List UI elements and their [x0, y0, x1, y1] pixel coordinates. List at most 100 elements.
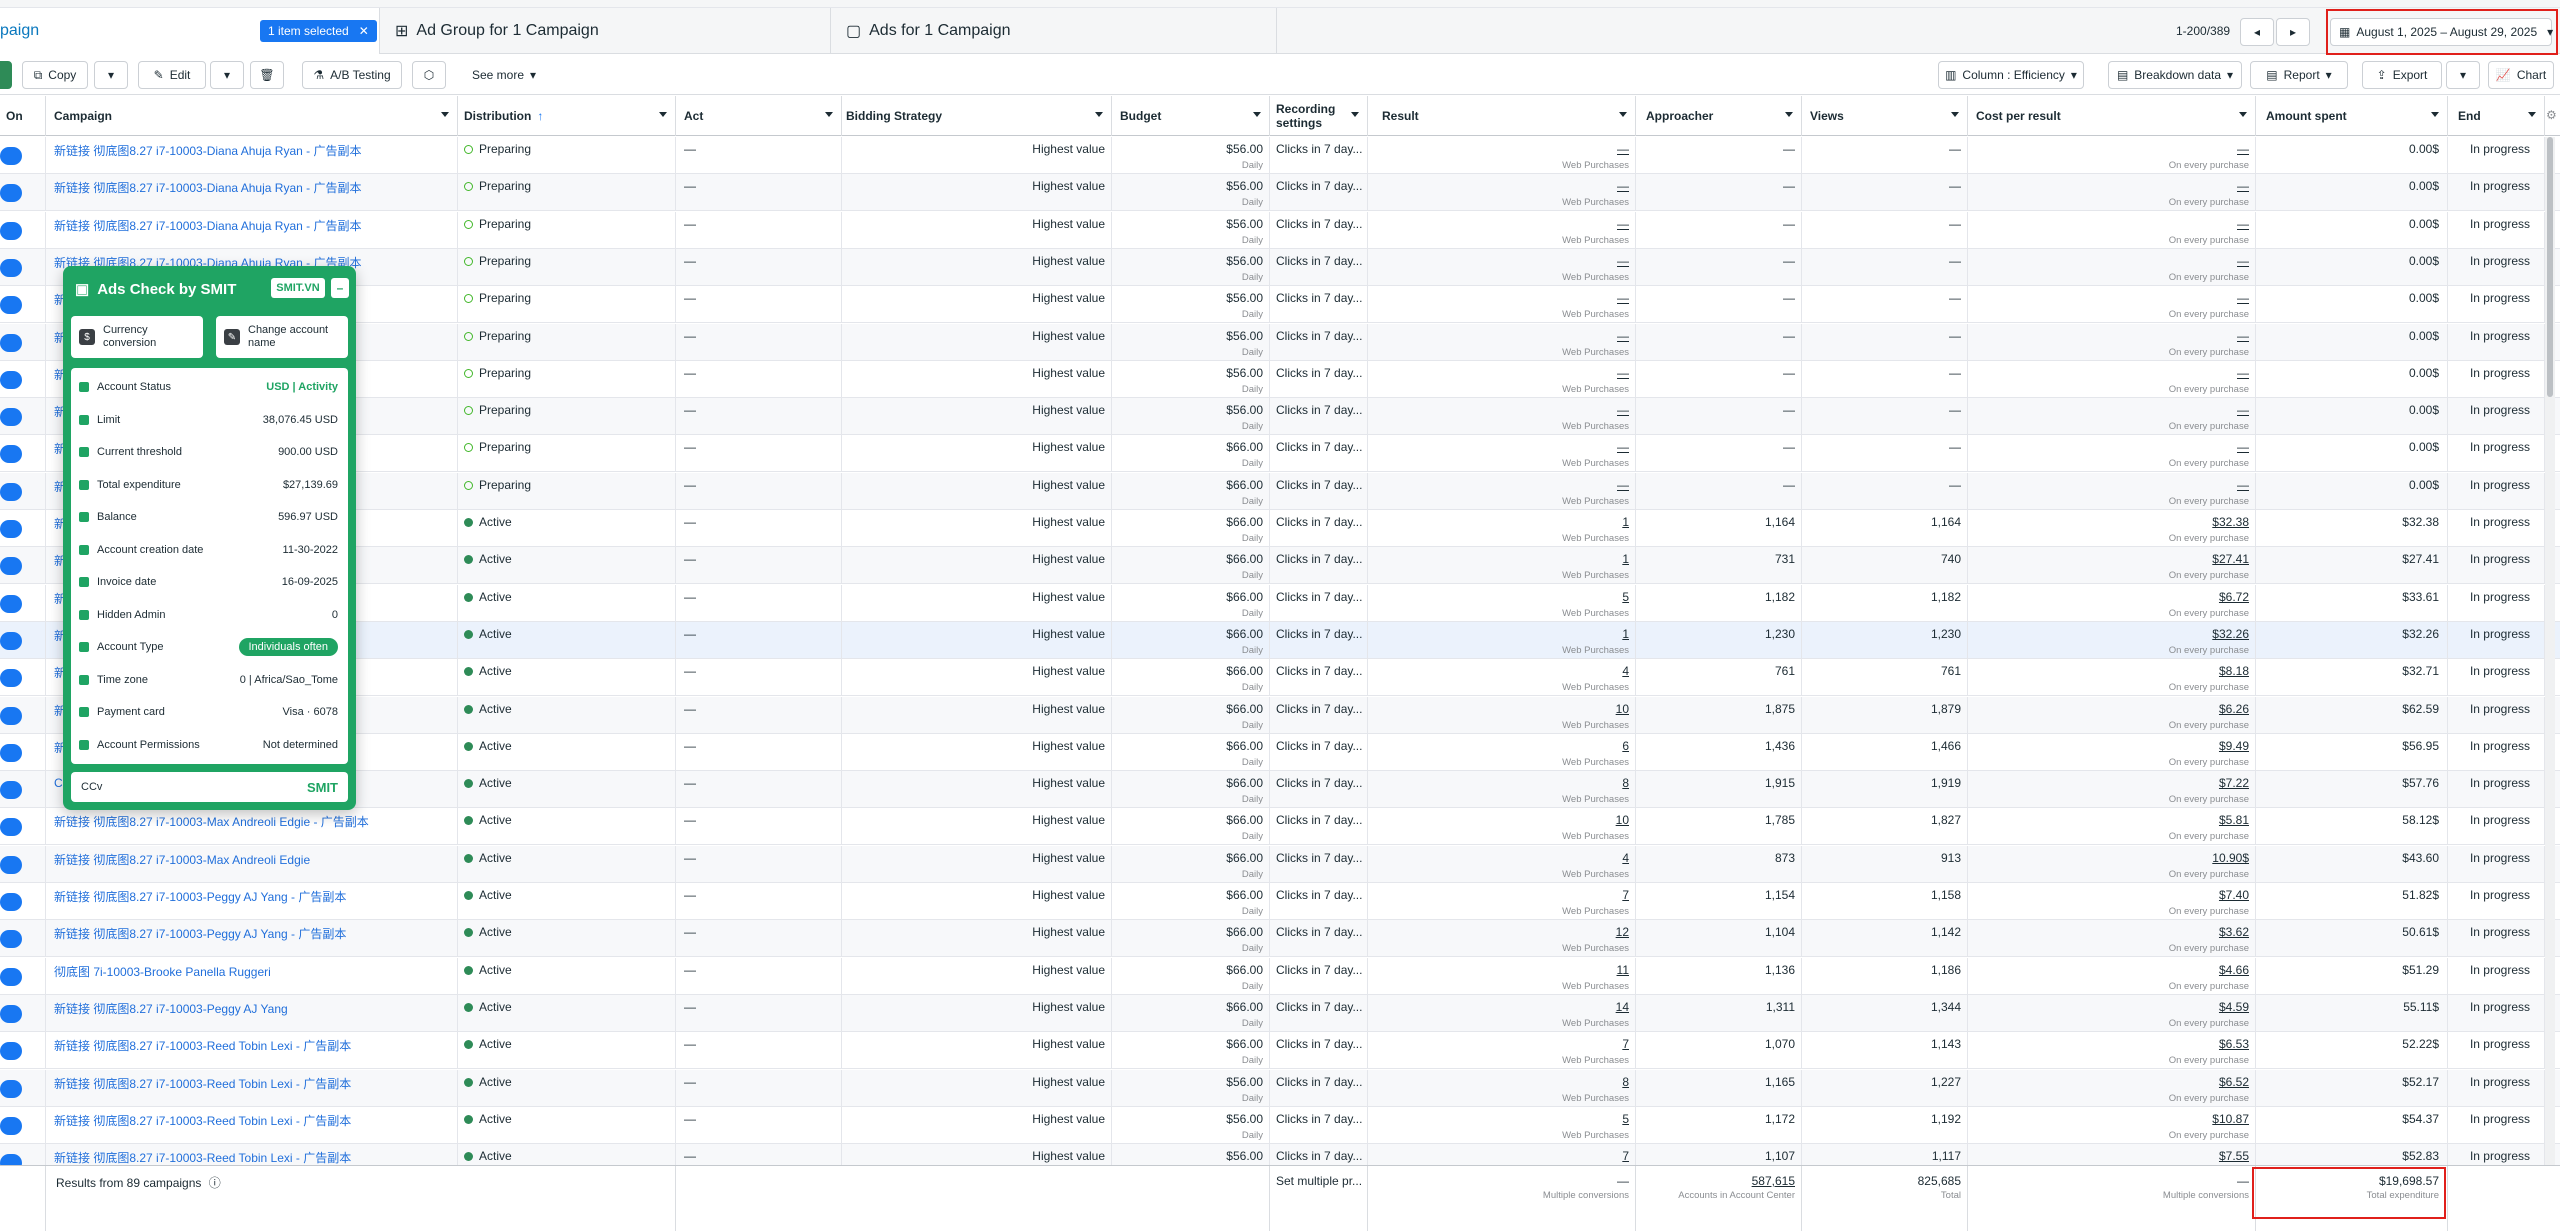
on-off-toggle[interactable]	[0, 445, 22, 464]
budget-value[interactable]: $66.00	[1226, 478, 1263, 492]
budget-value[interactable]: $66.00	[1226, 1037, 1263, 1051]
budget-value[interactable]: $66.00	[1226, 851, 1263, 865]
budget-value[interactable]: $66.00	[1226, 739, 1263, 753]
campaign-name-link[interactable]: 新链接 彻底图8.27 i7-10003-Max Andreoli Edgie	[54, 851, 310, 868]
on-off-toggle[interactable]	[0, 1079, 22, 1098]
table-row[interactable]: 新链接 彻底图8.27 i7-10003-Diana Ahuja Ryan - …	[0, 137, 2560, 174]
on-off-toggle[interactable]	[0, 1042, 22, 1061]
on-off-toggle[interactable]	[0, 1154, 22, 1165]
campaign-name-link[interactable]: 新链接 彻底图8.27 i7-10003-Peggy AJ Yang - 广告副…	[54, 925, 346, 942]
budget-value[interactable]: $66.00	[1226, 590, 1263, 604]
on-off-toggle[interactable]	[0, 855, 22, 874]
create-button[interactable]	[0, 61, 12, 89]
result-value[interactable]: —	[1617, 179, 1629, 193]
table-row[interactable]: 新链接 彻底图8.27 i7-10003-Reed Tobin Lexi - 广…	[0, 1032, 2560, 1070]
campaign-name-link[interactable]: 新链接 彻底图8.27 i7-10003-Diana Ahuja Ryan - …	[54, 217, 361, 234]
budget-value[interactable]: $66.00	[1226, 813, 1263, 827]
result-value[interactable]: 5	[1622, 590, 1629, 604]
cost-per-result-value[interactable]: 10.90$	[2212, 851, 2249, 865]
ab-testing-button[interactable]: ⚗ A/B Testing	[302, 61, 402, 89]
campaign-name-link[interactable]: 新链接 彻底图8.27 i7-10003-Diana Ahuja Ryan - …	[54, 179, 361, 196]
table-row[interactable]: 新链Active—Highest value$66.00DailyClicks …	[0, 659, 2560, 697]
budget-value[interactable]: $66.00	[1226, 702, 1263, 716]
on-off-toggle[interactable]	[0, 1004, 22, 1023]
cost-per-result-value[interactable]: —	[2237, 291, 2249, 305]
tab-ads[interactable]: ▢ Ads for 1 Campaign	[832, 8, 1277, 54]
table-row[interactable]: 新链接 彻底图8.27 i7-10003-Diana Ahuja Ryan - …	[0, 211, 2560, 249]
scrollbar-thumb[interactable]	[2547, 137, 2553, 397]
result-value[interactable]: —	[1617, 478, 1629, 492]
result-value[interactable]: 10	[1616, 813, 1629, 827]
next-page-button[interactable]: ▸	[2276, 18, 2310, 46]
result-value[interactable]: 5	[1622, 1112, 1629, 1126]
edit-dropdown-button[interactable]: ▾	[210, 61, 244, 89]
budget-value[interactable]: $56.00	[1226, 217, 1263, 231]
report-button[interactable]: ▤ Report ▾	[2250, 61, 2348, 89]
table-row[interactable]: 新链Active—Highest value$66.00DailyClicks …	[0, 584, 2560, 622]
budget-value[interactable]: $56.00	[1226, 366, 1263, 380]
edit-button[interactable]: ✎ Edit	[138, 61, 206, 89]
result-value[interactable]: —	[1617, 440, 1629, 454]
table-row[interactable]: 新链接 彻底图8.27 i7-10003-Reed Tobin Lexi - 广…	[0, 1144, 2560, 1165]
on-off-toggle[interactable]	[0, 967, 22, 986]
table-row[interactable]: 新链Active—Highest value$66.00DailyClicks …	[0, 621, 2560, 659]
table-row[interactable]: 新链接 彻底图8.27 i7-10003-Peggy AJ Yang - 广告副…	[0, 920, 2560, 958]
budget-value[interactable]: $66.00	[1226, 776, 1263, 790]
campaign-name-link[interactable]: 新链接 彻底图8.27 i7-10003-Diana Ahuja Ryan - …	[54, 142, 361, 159]
delete-button[interactable]: 🗑	[250, 61, 284, 89]
budget-value[interactable]: $56.00	[1226, 254, 1263, 268]
cost-per-result-value[interactable]: —	[2237, 217, 2249, 231]
prev-page-button[interactable]: ◂	[2240, 18, 2274, 46]
smit-minimize-button[interactable]: –	[331, 278, 349, 298]
cost-per-result-value[interactable]: —	[2237, 403, 2249, 417]
cost-per-result-value[interactable]: $4.66	[2219, 963, 2249, 977]
result-value[interactable]: —	[1617, 254, 1629, 268]
budget-value[interactable]: $56.00	[1226, 142, 1263, 156]
col-bidding[interactable]: Bidding Strategy	[842, 96, 1112, 136]
table-row[interactable]: 新链接 彻底图8.27 i7-10003-Max Andreoli Edgie A…	[0, 845, 2560, 883]
budget-value[interactable]: $66.00	[1226, 627, 1263, 641]
budget-value[interactable]: $56.00	[1226, 291, 1263, 305]
campaign-name-link[interactable]: 新链接 彻底图8.27 i7-10003-Peggy AJ Yang - 广告副…	[54, 888, 346, 905]
col-cost[interactable]: Cost per result	[1968, 96, 2256, 136]
result-value[interactable]: 12	[1616, 925, 1629, 939]
table-row[interactable]: 新链接 彻底图8.27 i7-10003-Peggy AJ Yang Active…	[0, 994, 2560, 1032]
cost-per-result-value[interactable]: $10.87	[2212, 1112, 2249, 1126]
on-off-toggle[interactable]	[0, 1116, 22, 1135]
budget-value[interactable]: $66.00	[1226, 963, 1263, 977]
on-off-toggle[interactable]	[0, 408, 22, 427]
cost-per-result-value[interactable]: —	[2237, 179, 2249, 193]
on-off-toggle[interactable]	[0, 520, 22, 538]
breakdown-button[interactable]: ▤ Breakdown data ▾	[2108, 61, 2242, 89]
result-value[interactable]: 14	[1616, 1000, 1629, 1014]
result-value[interactable]: —	[1617, 403, 1629, 417]
tab-ad-groups[interactable]: ⊞ Ad Group for 1 Campaign	[381, 8, 831, 54]
see-more-button[interactable]: See more ▾	[472, 61, 536, 89]
budget-value[interactable]: $66.00	[1226, 888, 1263, 902]
on-off-toggle[interactable]	[0, 370, 22, 389]
table-row[interactable]: CCActive—Highest value$66.00DailyClicks …	[0, 771, 2560, 809]
info-icon[interactable]: ⓘ	[209, 1176, 221, 1190]
campaign-name-link[interactable]: 彻底图 7i-10003-Brooke Panella Ruggeri	[54, 963, 271, 980]
on-off-toggle[interactable]	[0, 781, 22, 800]
col-on[interactable]: On	[0, 96, 46, 136]
settings-gear-icon[interactable]: ⚙	[2546, 108, 2557, 122]
table-row[interactable]: 新链接 彻底图8.27 i7-10003-Reed Tobin Lexi - 广…	[0, 1106, 2560, 1144]
result-value[interactable]: 10	[1616, 702, 1629, 716]
campaign-name-link[interactable]: 新链接 彻底图8.27 i7-10003-Reed Tobin Lexi - 广…	[54, 1112, 351, 1129]
budget-value[interactable]: $56.00	[1226, 1149, 1263, 1163]
on-off-toggle[interactable]	[0, 743, 22, 762]
result-value[interactable]: —	[1617, 291, 1629, 305]
on-off-toggle[interactable]	[0, 221, 22, 240]
on-off-toggle[interactable]	[0, 482, 22, 501]
col-recording[interactable]: Recording settings	[1270, 96, 1368, 136]
tab-campaigns[interactable]: paign 1 item selected ✕	[0, 8, 380, 54]
table-row[interactable]: 新链接 彻底图8.27 i7-10003-Reed Tobin Lexi - 广…	[0, 1069, 2560, 1107]
result-value[interactable]: 1	[1622, 552, 1629, 566]
budget-value[interactable]: $66.00	[1226, 1000, 1263, 1014]
budget-value[interactable]: $56.00	[1226, 1075, 1263, 1089]
result-value[interactable]: —	[1617, 366, 1629, 380]
copy-dropdown-button[interactable]: ▾	[94, 61, 128, 89]
result-value[interactable]: 8	[1622, 1075, 1629, 1089]
table-row[interactable]: 新链Preparing—Highest value$66.00DailyClic…	[0, 435, 2560, 473]
